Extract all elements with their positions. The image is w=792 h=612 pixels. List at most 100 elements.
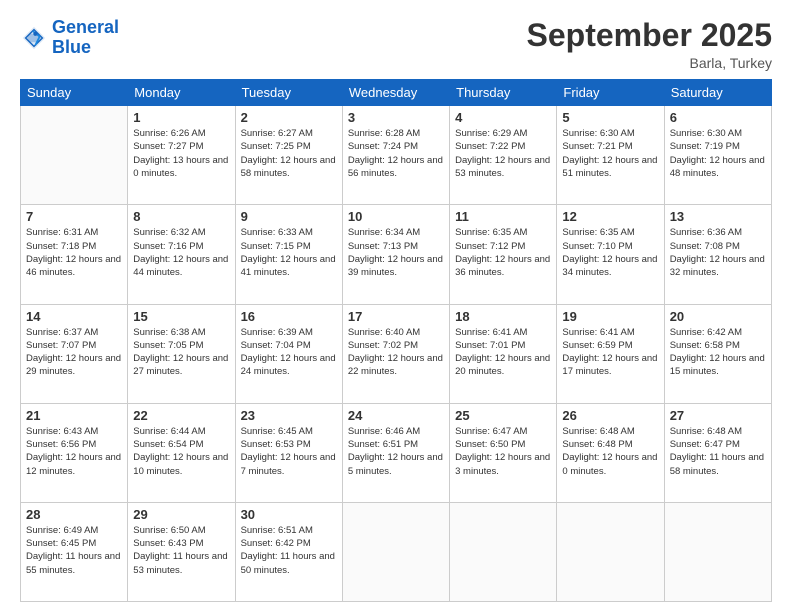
header-saturday: Saturday <box>664 80 771 106</box>
day-info: Sunrise: 6:48 AM Sunset: 6:48 PM Dayligh… <box>562 425 658 478</box>
calendar-cell: 1 Sunrise: 6:26 AM Sunset: 7:27 PM Daylig… <box>128 106 235 205</box>
day-number: 3 <box>348 110 444 125</box>
header: General Blue September 2025 Barla, Turke… <box>20 18 772 71</box>
day-number: 22 <box>133 408 229 423</box>
calendar-cell: 29 Sunrise: 6:50 AM Sunset: 6:43 PM Dayli… <box>128 502 235 601</box>
day-info: Sunrise: 6:36 AM Sunset: 7:08 PM Dayligh… <box>670 226 766 279</box>
logo-text: General Blue <box>52 18 119 58</box>
calendar-week-3: 21 Sunrise: 6:43 AM Sunset: 6:56 PM Dayli… <box>21 403 772 502</box>
header-tuesday: Tuesday <box>235 80 342 106</box>
header-wednesday: Wednesday <box>342 80 449 106</box>
day-info: Sunrise: 6:35 AM Sunset: 7:12 PM Dayligh… <box>455 226 551 279</box>
header-sunday: Sunday <box>21 80 128 106</box>
header-friday: Friday <box>557 80 664 106</box>
header-thursday: Thursday <box>450 80 557 106</box>
calendar-cell: 2 Sunrise: 6:27 AM Sunset: 7:25 PM Daylig… <box>235 106 342 205</box>
day-info: Sunrise: 6:30 AM Sunset: 7:21 PM Dayligh… <box>562 127 658 180</box>
day-number: 21 <box>26 408 122 423</box>
day-number: 30 <box>241 507 337 522</box>
day-number: 26 <box>562 408 658 423</box>
day-number: 7 <box>26 209 122 224</box>
day-info: Sunrise: 6:30 AM Sunset: 7:19 PM Dayligh… <box>670 127 766 180</box>
calendar-cell: 21 Sunrise: 6:43 AM Sunset: 6:56 PM Dayli… <box>21 403 128 502</box>
day-number: 18 <box>455 309 551 324</box>
day-number: 12 <box>562 209 658 224</box>
calendar-week-1: 7 Sunrise: 6:31 AM Sunset: 7:18 PM Daylig… <box>21 205 772 304</box>
calendar-cell <box>342 502 449 601</box>
day-info: Sunrise: 6:28 AM Sunset: 7:24 PM Dayligh… <box>348 127 444 180</box>
day-number: 27 <box>670 408 766 423</box>
calendar-cell: 30 Sunrise: 6:51 AM Sunset: 6:42 PM Dayli… <box>235 502 342 601</box>
day-number: 8 <box>133 209 229 224</box>
calendar-cell: 3 Sunrise: 6:28 AM Sunset: 7:24 PM Daylig… <box>342 106 449 205</box>
day-info: Sunrise: 6:50 AM Sunset: 6:43 PM Dayligh… <box>133 524 229 577</box>
logo: General Blue <box>20 18 119 58</box>
calendar-cell: 10 Sunrise: 6:34 AM Sunset: 7:13 PM Dayli… <box>342 205 449 304</box>
day-info: Sunrise: 6:38 AM Sunset: 7:05 PM Dayligh… <box>133 326 229 379</box>
day-info: Sunrise: 6:41 AM Sunset: 7:01 PM Dayligh… <box>455 326 551 379</box>
day-info: Sunrise: 6:44 AM Sunset: 6:54 PM Dayligh… <box>133 425 229 478</box>
day-number: 29 <box>133 507 229 522</box>
day-info: Sunrise: 6:41 AM Sunset: 6:59 PM Dayligh… <box>562 326 658 379</box>
calendar-week-4: 28Sunrise: 6:49 AM Sunset: 6:45 PM Dayli… <box>21 502 772 601</box>
day-info: Sunrise: 6:43 AM Sunset: 6:56 PM Dayligh… <box>26 425 122 478</box>
day-number: 17 <box>348 309 444 324</box>
calendar-cell: 6 Sunrise: 6:30 AM Sunset: 7:19 PM Daylig… <box>664 106 771 205</box>
day-number: 19 <box>562 309 658 324</box>
calendar-cell <box>21 106 128 205</box>
day-number: 2 <box>241 110 337 125</box>
day-info: Sunrise: 6:31 AM Sunset: 7:18 PM Dayligh… <box>26 226 122 279</box>
day-info: Sunrise: 6:35 AM Sunset: 7:10 PM Dayligh… <box>562 226 658 279</box>
calendar-cell: 28Sunrise: 6:49 AM Sunset: 6:45 PM Dayli… <box>21 502 128 601</box>
header-monday: Monday <box>128 80 235 106</box>
month-title: September 2025 <box>527 18 772 53</box>
calendar: Sunday Monday Tuesday Wednesday Thursday… <box>20 79 772 602</box>
calendar-cell: 23 Sunrise: 6:45 AM Sunset: 6:53 PM Dayli… <box>235 403 342 502</box>
day-number: 13 <box>670 209 766 224</box>
calendar-cell: 16Sunrise: 6:39 AM Sunset: 7:04 PM Dayli… <box>235 304 342 403</box>
logo-icon <box>20 24 48 52</box>
day-info: Sunrise: 6:27 AM Sunset: 7:25 PM Dayligh… <box>241 127 337 180</box>
day-number: 15 <box>133 309 229 324</box>
calendar-cell <box>664 502 771 601</box>
day-info: Sunrise: 6:29 AM Sunset: 7:22 PM Dayligh… <box>455 127 551 180</box>
day-number: 23 <box>241 408 337 423</box>
calendar-cell: 5Sunrise: 6:30 AM Sunset: 7:21 PM Daylig… <box>557 106 664 205</box>
weekday-header-row: Sunday Monday Tuesday Wednesday Thursday… <box>21 80 772 106</box>
day-info: Sunrise: 6:51 AM Sunset: 6:42 PM Dayligh… <box>241 524 337 577</box>
day-info: Sunrise: 6:37 AM Sunset: 7:07 PM Dayligh… <box>26 326 122 379</box>
calendar-cell: 4Sunrise: 6:29 AM Sunset: 7:22 PM Daylig… <box>450 106 557 205</box>
calendar-cell: 11 Sunrise: 6:35 AM Sunset: 7:12 PM Dayli… <box>450 205 557 304</box>
page: General Blue September 2025 Barla, Turke… <box>0 0 792 612</box>
day-info: Sunrise: 6:26 AM Sunset: 7:27 PM Dayligh… <box>133 127 229 180</box>
day-number: 16 <box>241 309 337 324</box>
calendar-cell: 27 Sunrise: 6:48 AM Sunset: 6:47 PM Dayli… <box>664 403 771 502</box>
calendar-cell: 12 Sunrise: 6:35 AM Sunset: 7:10 PM Dayli… <box>557 205 664 304</box>
day-number: 1 <box>133 110 229 125</box>
title-block: September 2025 Barla, Turkey <box>527 18 772 71</box>
day-number: 6 <box>670 110 766 125</box>
calendar-cell: 17Sunrise: 6:40 AM Sunset: 7:02 PM Dayli… <box>342 304 449 403</box>
day-number: 9 <box>241 209 337 224</box>
day-number: 11 <box>455 209 551 224</box>
calendar-cell: 19 Sunrise: 6:41 AM Sunset: 6:59 PM Dayli… <box>557 304 664 403</box>
calendar-cell: 15 Sunrise: 6:38 AM Sunset: 7:05 PM Dayli… <box>128 304 235 403</box>
day-number: 20 <box>670 309 766 324</box>
calendar-cell: 25Sunrise: 6:47 AM Sunset: 6:50 PM Dayli… <box>450 403 557 502</box>
location: Barla, Turkey <box>527 55 772 71</box>
day-number: 10 <box>348 209 444 224</box>
day-info: Sunrise: 6:48 AM Sunset: 6:47 PM Dayligh… <box>670 425 766 478</box>
day-number: 28 <box>26 507 122 522</box>
calendar-cell: 18 Sunrise: 6:41 AM Sunset: 7:01 PM Dayli… <box>450 304 557 403</box>
calendar-cell: 8Sunrise: 6:32 AM Sunset: 7:16 PM Daylig… <box>128 205 235 304</box>
calendar-cell: 9Sunrise: 6:33 AM Sunset: 7:15 PM Daylig… <box>235 205 342 304</box>
calendar-cell <box>450 502 557 601</box>
day-number: 25 <box>455 408 551 423</box>
calendar-cell: 7 Sunrise: 6:31 AM Sunset: 7:18 PM Daylig… <box>21 205 128 304</box>
day-info: Sunrise: 6:45 AM Sunset: 6:53 PM Dayligh… <box>241 425 337 478</box>
day-info: Sunrise: 6:34 AM Sunset: 7:13 PM Dayligh… <box>348 226 444 279</box>
calendar-cell: 13 Sunrise: 6:36 AM Sunset: 7:08 PM Dayli… <box>664 205 771 304</box>
calendar-cell: 14Sunrise: 6:37 AM Sunset: 7:07 PM Dayli… <box>21 304 128 403</box>
calendar-cell: 24Sunrise: 6:46 AM Sunset: 6:51 PM Dayli… <box>342 403 449 502</box>
calendar-cell: 22 Sunrise: 6:44 AM Sunset: 6:54 PM Dayli… <box>128 403 235 502</box>
